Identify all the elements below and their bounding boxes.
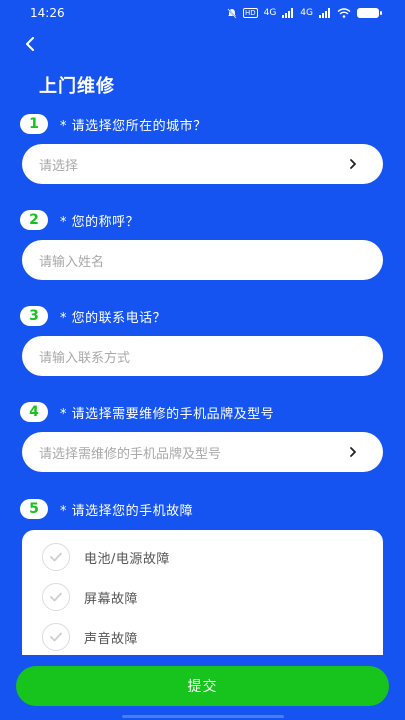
fault-option-screen[interactable]: 屏幕故障 xyxy=(42,583,138,611)
check-icon xyxy=(50,592,62,602)
status-bar: 14:26 HD 4G 4G xyxy=(0,0,405,26)
question-name: 2 * 您的称呼？ xyxy=(20,210,139,230)
name-field[interactable]: 请输入姓名 xyxy=(22,240,383,280)
question-fault: 5 * 请选择您的手机故障 xyxy=(20,499,193,519)
step-badge: 1 xyxy=(20,114,48,134)
question-label: * 您的称呼？ xyxy=(60,214,140,230)
name-field-placeholder: 请输入姓名 xyxy=(39,254,105,270)
fault-label: 声音故障 xyxy=(84,631,139,647)
check-icon xyxy=(50,632,62,642)
status-icons: HD 4G 4G xyxy=(227,8,382,19)
checkbox[interactable] xyxy=(42,583,70,611)
question-city: 1 * 请选择您所在的城市？ xyxy=(20,114,207,134)
network-label-1: 4G xyxy=(263,8,277,18)
page-title: 上门维修 xyxy=(39,76,115,97)
checkbox[interactable] xyxy=(42,623,70,651)
chevron-left-icon xyxy=(26,37,34,51)
mute-icon xyxy=(227,8,237,18)
city-select-placeholder: 请选择 xyxy=(39,158,79,174)
city-select[interactable]: 请选择 xyxy=(22,144,383,184)
step-badge: 2 xyxy=(20,210,48,230)
question-label: * 您的联系电话？ xyxy=(60,310,167,326)
phone-field-placeholder: 请输入联系方式 xyxy=(39,350,131,366)
phone-field[interactable]: 请输入联系方式 xyxy=(22,336,383,376)
fault-label: 屏幕故障 xyxy=(84,591,139,607)
step-badge: 5 xyxy=(20,499,48,519)
submit-button[interactable]: 提交 xyxy=(16,666,389,706)
step-badge: 4 xyxy=(20,402,48,422)
fault-list: 电池/电源故障 屏幕故障 声音故障 xyxy=(22,530,383,655)
wifi-icon xyxy=(337,8,351,18)
battery-icon xyxy=(357,8,382,18)
back-button[interactable] xyxy=(18,32,42,56)
status-time: 14:26 xyxy=(30,6,65,20)
network-label-2: 4G xyxy=(300,8,313,18)
question-label: * 请选择需要维修的手机品牌及型号 xyxy=(60,406,275,422)
signal-icon xyxy=(282,8,294,18)
signal-icon-2 xyxy=(319,8,330,18)
home-indicator[interactable] xyxy=(122,715,284,718)
question-phone: 3 * 您的联系电话？ xyxy=(20,306,166,326)
model-select[interactable]: 请选择需维修的手机品牌及型号 xyxy=(22,432,383,472)
checkbox[interactable] xyxy=(42,543,70,571)
fault-label: 电池/电源故障 xyxy=(84,551,170,567)
question-label: * 请选择您所在的城市？ xyxy=(60,118,207,134)
fault-option-battery[interactable]: 电池/电源故障 xyxy=(42,543,170,571)
step-badge: 3 xyxy=(20,306,48,326)
model-select-placeholder: 请选择需维修的手机品牌及型号 xyxy=(39,446,222,462)
chevron-right-icon xyxy=(349,158,361,170)
chevron-right-icon xyxy=(349,446,361,458)
check-icon xyxy=(50,552,62,562)
question-model: 4 * 请选择需要维修的手机品牌及型号 xyxy=(20,402,274,422)
fault-option-sound[interactable]: 声音故障 xyxy=(42,623,138,651)
question-label: * 请选择您的手机故障 xyxy=(60,503,194,519)
hd-label: HD xyxy=(242,8,258,18)
